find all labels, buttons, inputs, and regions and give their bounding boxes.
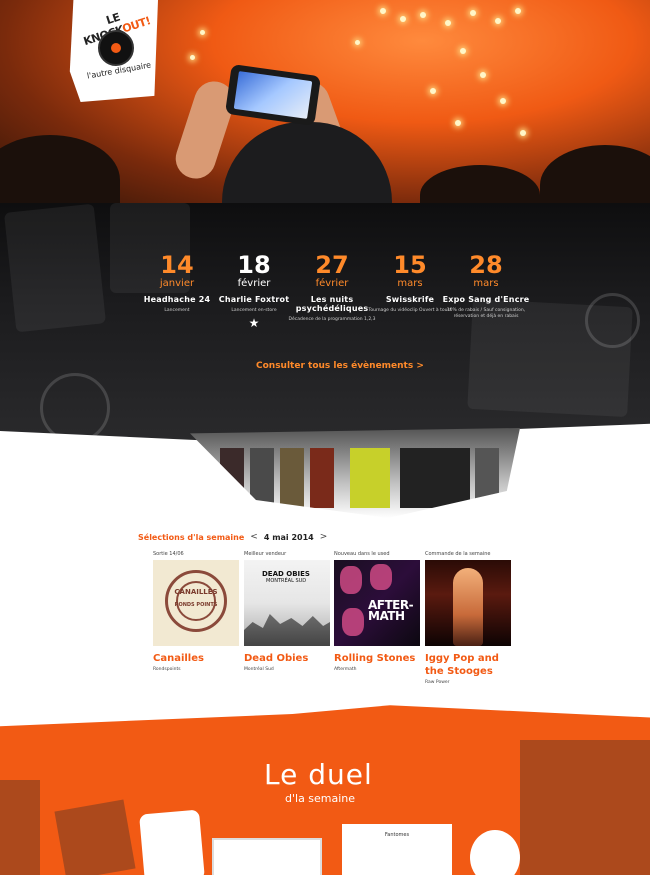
event-day: 28 xyxy=(469,251,503,279)
string-light xyxy=(445,20,451,26)
vinyl-bins-photo xyxy=(190,428,520,518)
record-spine xyxy=(250,448,274,508)
album-kicker: Meilleur vendeur xyxy=(244,551,287,557)
album-kicker: Commande de la semaine xyxy=(425,551,491,557)
events-section: 14 janvier Headhache 24 Lancement 18 fév… xyxy=(0,203,650,443)
string-light xyxy=(420,12,426,18)
prev-week-button[interactable]: < xyxy=(250,532,258,542)
string-light xyxy=(460,48,466,54)
next-week-button[interactable]: > xyxy=(320,532,328,542)
beanie-hat xyxy=(222,122,392,205)
phone-screen xyxy=(233,71,313,119)
cover-text: CANAILLES xyxy=(174,588,218,596)
record-spine xyxy=(310,448,334,508)
cover-skyline xyxy=(244,614,330,646)
cover-text: MONTRÉAL SUD xyxy=(266,578,307,584)
record-spine xyxy=(280,448,304,508)
record-stand xyxy=(0,780,40,875)
record-sleeve-circle xyxy=(40,373,110,443)
record-stand xyxy=(520,740,650,875)
record-spine xyxy=(400,448,470,508)
cover-face xyxy=(370,564,392,590)
album-sub: Raw Power xyxy=(425,680,450,685)
album-sub: Montréal Sud xyxy=(244,667,274,672)
string-light xyxy=(495,18,501,24)
album-title[interactable]: Rolling Stones xyxy=(334,652,420,665)
album-cover[interactable]: CANAILLES RONDS POINTS xyxy=(153,560,239,646)
crowd-silhouette xyxy=(540,145,650,205)
album-cover[interactable]: DEAD OBIES MONTRÉAL SUD xyxy=(244,560,330,646)
duel-subtitle: d'la semaine xyxy=(285,792,356,805)
duel-section: Le duel d'la semaine Fantomes xyxy=(0,705,650,875)
vinyl-record-icon xyxy=(98,30,134,66)
string-light xyxy=(480,72,486,78)
cover-ring xyxy=(176,581,216,621)
duel-album-right-text: Fantomes xyxy=(384,832,410,838)
cover-text: AFTER-MATH xyxy=(368,598,414,623)
album-title[interactable]: Dead Obies xyxy=(244,652,330,665)
phone xyxy=(224,63,322,127)
crowd-silhouette xyxy=(0,135,120,205)
event-name: Expo Sang d'Encre xyxy=(442,295,530,304)
duel-album-right[interactable]: Fantomes xyxy=(342,824,452,875)
album-title[interactable]: Canailles xyxy=(153,652,239,665)
string-light xyxy=(355,40,360,45)
event-month: mars xyxy=(473,278,499,289)
album-card[interactable]: Meilleur vendeur DEAD OBIES MONTRÉAL SUD… xyxy=(244,548,330,672)
album-sub: Rondspoints xyxy=(153,667,181,672)
album-card[interactable]: Commande de la semaine Iggy Pop and the … xyxy=(425,548,511,685)
record-spine xyxy=(350,448,390,508)
string-light xyxy=(430,88,436,94)
record-crate xyxy=(3,203,107,333)
selections-header: Sélections d'la semaine < 4 mai 2014 > xyxy=(138,530,327,544)
cover-face xyxy=(340,566,362,594)
album-kicker: Sortie 14/06 xyxy=(153,551,184,557)
string-light xyxy=(470,10,476,16)
character-doodle-right xyxy=(470,830,520,875)
string-light xyxy=(380,8,386,14)
album-kicker: Nouveau dans le used xyxy=(334,551,390,557)
string-light xyxy=(515,8,521,14)
album-card[interactable]: Sortie 14/06 CANAILLES RONDS POINTS Cana… xyxy=(153,548,239,672)
record-stand xyxy=(54,799,136,875)
duel-title: Le duel xyxy=(264,758,373,791)
event-desc: Décadence de la programmation 1,2,3 xyxy=(288,317,376,322)
string-light xyxy=(500,98,506,104)
cover-face xyxy=(342,608,364,636)
event-desc: 10% de rabais / Sauf consignation, réser… xyxy=(446,308,526,319)
string-light xyxy=(200,30,205,35)
record-spine xyxy=(475,448,499,508)
album-title[interactable]: Iggy Pop and the Stooges xyxy=(425,652,511,678)
character-doodle-left xyxy=(139,809,205,875)
cover-text: RONDS POINTS xyxy=(174,602,218,608)
album-cover[interactable] xyxy=(425,560,511,646)
string-light xyxy=(455,120,461,126)
album-cover[interactable]: AFTER-MATH xyxy=(334,560,420,646)
site-logo[interactable]: LE KNOCKOUT! l'autre disquaire xyxy=(69,0,158,102)
event-item[interactable]: 28 mars Expo Sang d'Encre 10% de rabais … xyxy=(440,251,532,320)
cover-text: DEAD OBIES xyxy=(262,570,310,578)
string-light xyxy=(400,16,406,22)
duel-album-left[interactable] xyxy=(212,838,322,875)
cover-figure xyxy=(453,568,483,646)
string-light xyxy=(520,130,526,136)
string-light xyxy=(190,55,195,60)
album-card[interactable]: Nouveau dans le used AFTER-MATH Rolling … xyxy=(334,548,420,672)
album-sub: Aftermath xyxy=(334,667,357,672)
crowd-silhouette xyxy=(420,165,540,205)
record-sleeve-circle xyxy=(585,293,640,348)
selections-label: Sélections d'la semaine xyxy=(138,532,245,542)
record-spine xyxy=(220,448,244,508)
selections-date: 4 mai 2014 xyxy=(263,532,314,542)
all-events-link[interactable]: Consulter tous les évènements > xyxy=(256,361,424,371)
